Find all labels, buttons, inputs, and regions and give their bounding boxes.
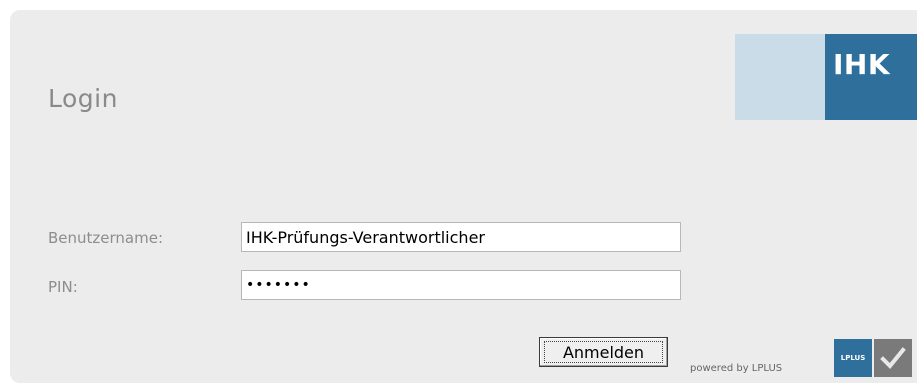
logo-light-block [735, 34, 825, 120]
ihk-logo: IHK [735, 34, 917, 120]
username-input[interactable] [241, 222, 681, 252]
pin-input[interactable] [241, 270, 681, 300]
pin-label: PIN: [48, 278, 78, 296]
page-title: Login [48, 84, 118, 113]
logo-dark-block: IHK [825, 34, 917, 120]
lplus-badge-text: LPLUS [840, 354, 866, 362]
check-badge [874, 339, 912, 377]
username-label: Benutzername: [48, 229, 164, 247]
login-button-label: Anmelden [544, 341, 663, 363]
check-icon [880, 347, 906, 369]
logo-text: IHK [833, 48, 891, 81]
powered-by-text: powered by LPLUS [690, 363, 783, 374]
lplus-badge: LPLUS [834, 339, 872, 377]
login-button[interactable]: Anmelden [539, 337, 668, 367]
